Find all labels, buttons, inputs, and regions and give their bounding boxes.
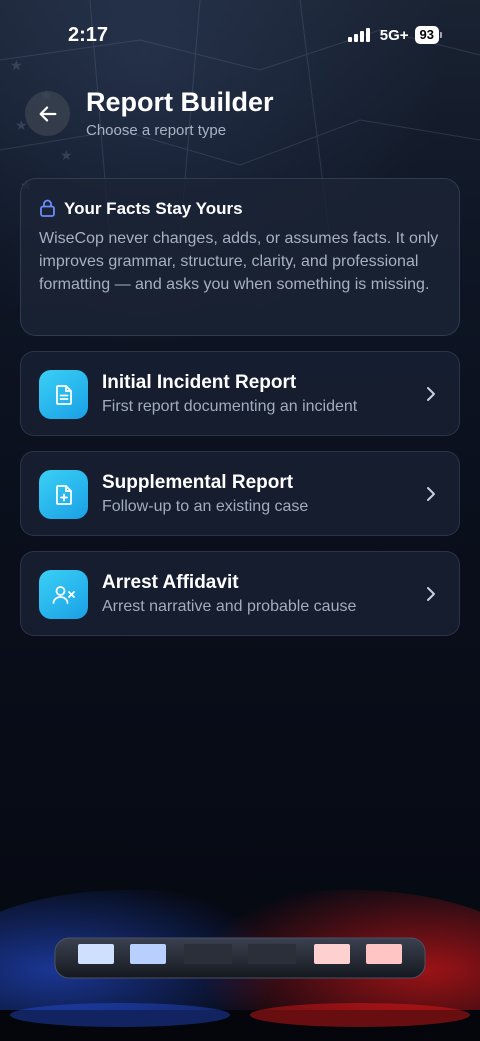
status-indicators: 5G+ 93 bbox=[347, 26, 442, 44]
document-plus-icon bbox=[39, 470, 88, 519]
cellular-signal-icon bbox=[347, 28, 370, 42]
report-option-subtitle: Follow-up to an existing case bbox=[102, 498, 309, 515]
status-bar: 2:17 5G+ 93 bbox=[0, 0, 480, 72]
info-card-body: WiseCop never changes, adds, or assumes … bbox=[39, 230, 439, 293]
status-time: 2:17 bbox=[68, 24, 109, 46]
battery-level: 93 bbox=[414, 26, 439, 44]
police-lightbar-decoration bbox=[0, 890, 480, 1041]
network-type: 5G+ bbox=[379, 26, 409, 44]
report-option-supplemental[interactable]: Supplemental Report Follow-up to an exis… bbox=[20, 451, 460, 536]
document-icon bbox=[39, 370, 88, 419]
report-option-subtitle: First report documenting an incident bbox=[102, 398, 358, 415]
back-button[interactable] bbox=[25, 91, 70, 136]
info-card-title: Your Facts Stay Yours bbox=[64, 199, 243, 218]
page-title: Report Builder bbox=[86, 87, 274, 117]
lock-icon bbox=[40, 199, 55, 217]
screen: ★ ★ ★ ★ ★ 2:17 5G+ 93 Report Builder Cho… bbox=[0, 0, 480, 1041]
chevron-right-icon bbox=[427, 587, 435, 601]
arrow-left-icon bbox=[39, 105, 56, 122]
report-option-subtitle: Arrest narrative and probable cause bbox=[102, 598, 357, 615]
report-option-title: Initial Incident Report bbox=[102, 372, 297, 393]
report-option-title: Arrest Affidavit bbox=[102, 572, 239, 593]
svg-text:★: ★ bbox=[60, 147, 73, 163]
facts-info-card: Your Facts Stay Yours WiseCop never chan… bbox=[20, 178, 460, 336]
user-x-icon bbox=[39, 570, 88, 619]
chevron-right-icon bbox=[427, 487, 435, 501]
report-option-arrest-affidavit[interactable]: Arrest Affidavit Arrest narrative and pr… bbox=[20, 551, 460, 636]
report-option-initial-incident[interactable]: Initial Incident Report First report doc… bbox=[20, 351, 460, 436]
chevron-right-icon bbox=[427, 387, 435, 401]
page-subtitle: Choose a report type bbox=[86, 122, 227, 139]
report-option-title: Supplemental Report bbox=[102, 472, 294, 493]
battery-icon: 93 bbox=[414, 26, 442, 44]
